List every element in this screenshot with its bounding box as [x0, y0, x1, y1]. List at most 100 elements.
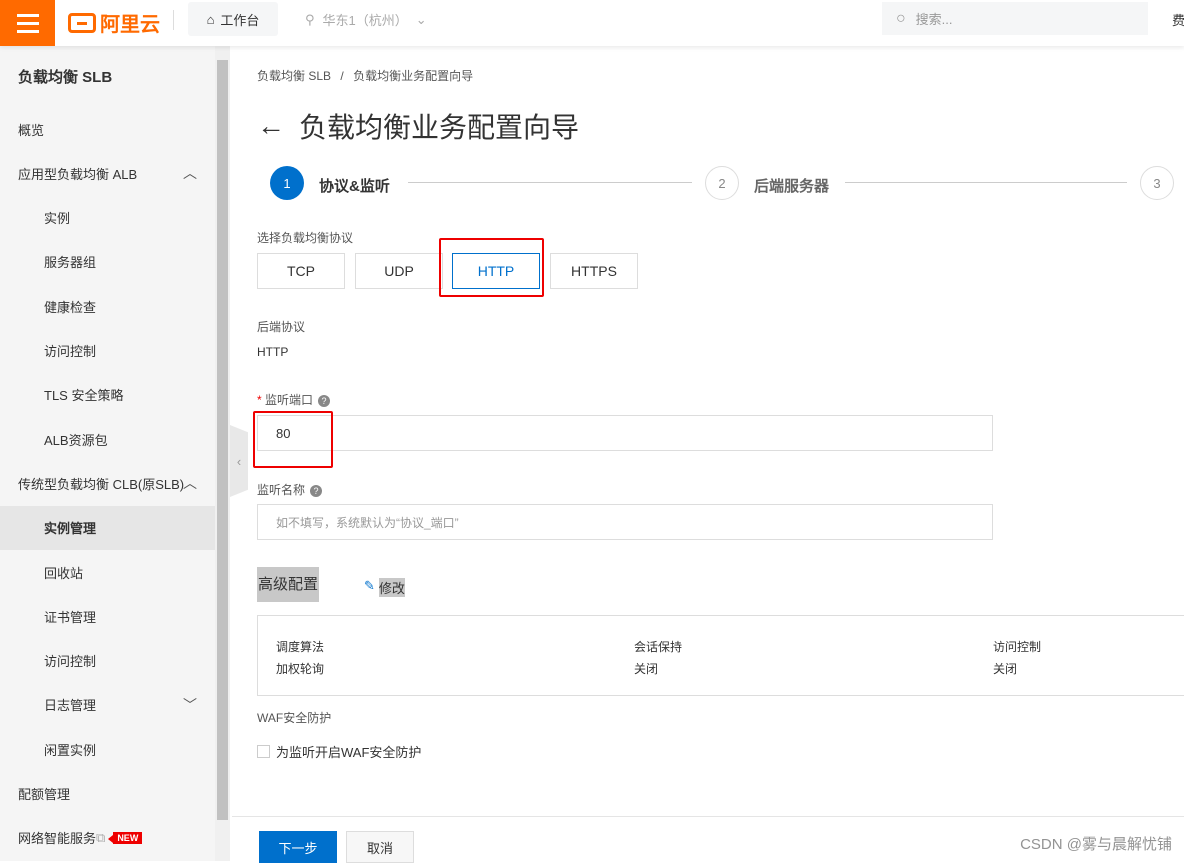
sidebar-item[interactable]: 访问控制	[0, 329, 215, 373]
sidebar-item[interactable]: 证书管理	[0, 594, 215, 638]
sidebar-title: 负载均衡 SLB	[18, 69, 113, 86]
search-input[interactable]: ○ 搜索...	[882, 2, 1148, 35]
sidebar-item[interactable]: TLS 安全策略	[0, 373, 215, 417]
field-value: 加权轮询	[276, 662, 325, 676]
sidebar-item-label: 健康检查	[44, 299, 97, 315]
page-title: ← 负载均衡业务配置向导	[257, 106, 579, 146]
new-badge: NEW	[108, 831, 143, 844]
sidebar-item-label: 日志管理	[44, 698, 97, 714]
advanced-config-summary: 调度算法 加权轮询 会话保持 关闭 访问控制 关闭	[257, 615, 1184, 696]
workbench-button[interactable]: ⌂ 工作台	[188, 2, 278, 36]
location-icon: ⚲	[305, 11, 315, 27]
workbench-label: 工作台	[220, 12, 260, 28]
listener-name-placeholder: 如不填写，系统默认为“协议_端口”	[276, 515, 459, 530]
protocol-label: 选择负载均衡协议	[257, 231, 354, 245]
waf-checkbox[interactable]: 为监听开启WAF安全防护	[257, 742, 421, 761]
step-connector	[845, 182, 1127, 183]
listener-name-label-text: 监听名称	[257, 483, 306, 497]
sidebar-item-label: ALB资源包	[44, 432, 108, 448]
sidebar-item-label: 实例	[44, 211, 71, 227]
chevron-up-icon[interactable]: ︿	[183, 163, 197, 183]
sidebar-item-label: 配额管理	[18, 787, 71, 802]
sidebar-item[interactable]: 实例管理	[0, 505, 215, 550]
checkbox-box[interactable]	[257, 745, 270, 758]
help-icon[interactable]: ?	[318, 394, 331, 407]
back-arrow-icon[interactable]: ←	[257, 110, 285, 142]
listen-port-label-text: 监听端口	[265, 393, 314, 407]
highlight-box	[253, 411, 333, 468]
breadcrumb: 负载均衡 SLB / 负载均衡业务配置向导	[257, 67, 473, 84]
field-value: 关闭	[993, 662, 1018, 676]
sidebar-item-label: 实例管理	[44, 521, 97, 537]
breadcrumb-current: 负载均衡业务配置向导	[353, 69, 474, 83]
highlight-box	[439, 238, 544, 297]
protocol-https[interactable]: HTTPS	[550, 253, 638, 289]
scrollbar-thumb[interactable]	[217, 60, 228, 820]
listen-port-label: * 监听端口?	[257, 391, 331, 408]
external-link-icon: ⧉	[96, 829, 106, 845]
listen-port-input[interactable]: 80	[257, 415, 993, 451]
sidebar-item[interactable]: 概览	[0, 107, 215, 151]
field-value: 关闭	[634, 662, 659, 676]
protocol-tcp[interactable]: TCP	[257, 253, 345, 289]
breadcrumb-root[interactable]: 负载均衡 SLB	[257, 69, 331, 83]
search-placeholder: 搜索...	[915, 12, 953, 27]
sidebar-item[interactable]: ALB资源包	[0, 417, 215, 461]
menu-icon[interactable]	[0, 0, 55, 46]
chevron-up-icon[interactable]: ︿	[183, 473, 197, 493]
search-icon: ○	[896, 9, 906, 27]
sidebar-item[interactable]: 闲置实例	[0, 727, 215, 771]
edit-label: 修改	[378, 578, 405, 597]
waf-checkbox-label: 为监听开启WAF安全防护	[276, 745, 422, 760]
chevron-down-icon[interactable]: ﹀	[183, 695, 197, 715]
home-icon: ⌂	[206, 11, 215, 27]
sidebar-item[interactable]: 网络智能服务 ⧉ NEW	[0, 816, 215, 860]
step-2-circle: 2	[705, 166, 739, 200]
step-2-label: 后端服务器	[754, 178, 830, 195]
field-label: 会话保持	[634, 640, 683, 654]
chevron-left-icon: ‹	[236, 453, 242, 469]
sidebar-item-label: 访问控制	[44, 344, 97, 359]
chevron-down-icon: ⌄	[415, 11, 427, 27]
waf-label: WAF安全防护	[257, 711, 332, 725]
sidebar-item[interactable]: 访问控制	[0, 639, 215, 683]
acl-field: 访问控制 关闭	[993, 636, 1041, 680]
sidebar-item-label: 回收站	[44, 565, 84, 581]
sidebar-item[interactable]: 健康检查	[0, 284, 215, 328]
fee-menu[interactable]: 费	[1172, 10, 1184, 29]
sidebar-item-label: 服务器组	[44, 255, 97, 271]
session-field: 会话保持 关闭	[634, 636, 682, 680]
sidebar-item[interactable]: 回收站	[0, 550, 215, 594]
divider	[173, 10, 174, 30]
collapse-sidebar-handle[interactable]: ‹	[230, 425, 248, 497]
backend-protocol-value: HTTP	[257, 345, 289, 359]
sidebar-item-label: 网络智能服务	[18, 831, 97, 847]
top-bar: 阿里云 ⌂ 工作台 ⚲ 华东1（杭州） ⌄ ○ 搜索... 费	[0, 0, 1184, 46]
step-3-circle: 3	[1140, 166, 1174, 200]
sidebar-item-label: 访问控制	[44, 654, 97, 670]
step-1-label: 协议&监听	[319, 178, 390, 195]
sidebar-item-label: TLS 安全策略	[44, 388, 124, 404]
sidebar-item-label: 概览	[18, 122, 45, 138]
sidebar-item[interactable]: 配额管理	[0, 772, 215, 816]
sidebar-item-label: 应用型负载均衡 ALB	[18, 166, 138, 182]
field-label: 访问控制	[993, 640, 1042, 654]
aliyun-logo[interactable]: 阿里云	[68, 8, 160, 37]
edit-button[interactable]: ✎ 修改	[364, 578, 405, 597]
page-title-text: 负载均衡业务配置向导	[299, 112, 580, 143]
region-selector[interactable]: ⚲ 华东1（杭州） ⌄	[305, 10, 427, 29]
sidebar-item[interactable]: 实例	[0, 196, 215, 240]
sidebar-item[interactable]: 日志管理 ﹀	[0, 683, 215, 727]
required-mark: *	[257, 393, 262, 407]
cancel-button[interactable]: 取消	[346, 831, 414, 863]
advanced-config-title: 高级配置	[257, 567, 320, 602]
breadcrumb-separator: /	[340, 69, 344, 83]
sidebar-item[interactable]: 服务器组	[0, 240, 215, 284]
protocol-udp[interactable]: UDP	[355, 253, 443, 289]
sidebar-item[interactable]: 传统型负载均衡 CLB(原SLB) ︿	[0, 461, 215, 505]
sidebar-item[interactable]: 应用型负载均衡 ALB ︿	[0, 151, 215, 195]
next-button[interactable]: 下一步	[259, 831, 337, 863]
help-icon[interactable]: ?	[310, 484, 323, 497]
edit-pencil-icon: ✎	[364, 578, 375, 593]
listener-name-input[interactable]: 如不填写，系统默认为“协议_端口”	[257, 504, 993, 540]
